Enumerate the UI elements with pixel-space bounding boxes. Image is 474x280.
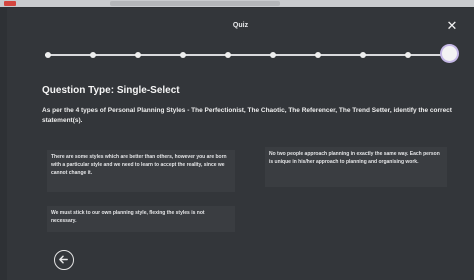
arrow-left-icon	[59, 255, 68, 264]
browser-tab-strip	[0, 0, 474, 7]
progress-step	[225, 52, 231, 58]
progress-step	[90, 52, 96, 58]
progress-step	[315, 52, 321, 58]
progress-step	[270, 52, 276, 58]
close-button[interactable]: ✕	[445, 19, 459, 33]
progress-step	[135, 52, 141, 58]
modal-title: Quiz	[232, 22, 249, 29]
answer-option[interactable]: No two people approach planning in exact…	[265, 147, 447, 187]
quiz-modal: Quiz ✕ Question Type: Single-Select As p…	[7, 8, 474, 280]
close-icon: ✕	[446, 18, 458, 33]
question-text: As per the 4 types of Personal Planning …	[42, 107, 452, 124]
answer-option[interactable]: We must stick to our own planning style,…	[47, 206, 235, 232]
progress-step	[405, 52, 411, 58]
browser-tab[interactable]	[4, 1, 16, 6]
progress-line	[45, 54, 447, 56]
progress-step-current	[442, 46, 457, 61]
progress-step	[360, 52, 366, 58]
screen: Quiz ✕ Question Type: Single-Select As p…	[0, 0, 474, 280]
back-button[interactable]	[54, 250, 74, 270]
answer-option[interactable]: There are some styles which are better t…	[47, 150, 235, 192]
progress-step	[45, 52, 51, 58]
progress-step	[180, 52, 186, 58]
question-type: Question Type: Single-Select	[42, 85, 180, 96]
progress-stepper	[45, 46, 457, 62]
browser-address-bar[interactable]	[110, 1, 280, 6]
